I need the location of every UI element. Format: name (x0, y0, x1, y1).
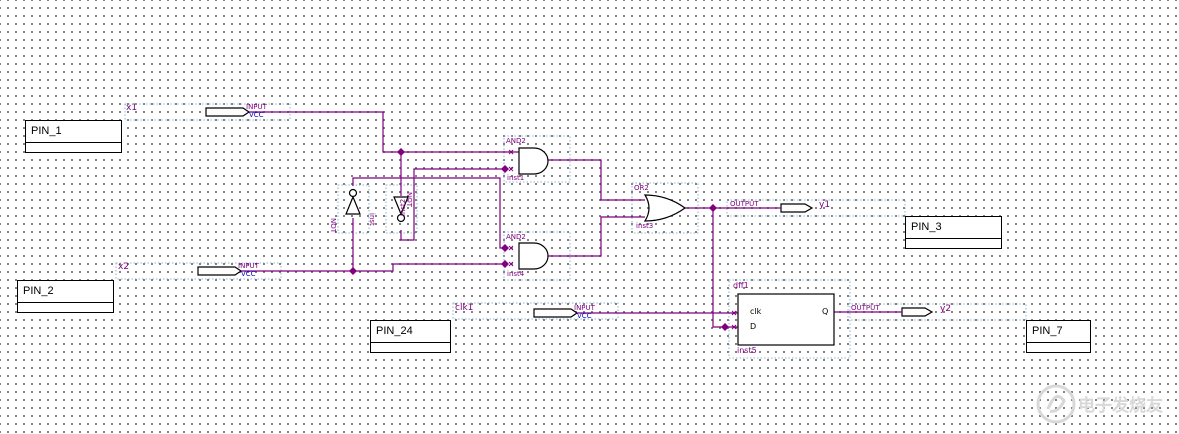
and-bot-type: AND2 (506, 233, 526, 241)
pin-label: PIN_2 (18, 281, 113, 303)
dff-d-label: D (750, 322, 757, 331)
clk1-type: INPUT (574, 304, 595, 312)
pin-box-x2[interactable]: PIN_2 (17, 280, 114, 313)
junction-and-top-in (501, 165, 509, 173)
wire-and-top-out (548, 159, 645, 201)
y1-output-symbol (780, 203, 814, 213)
y2-name: y2 (940, 304, 952, 314)
x2-name: x2 (118, 262, 130, 272)
pin-label: PIN_3 (906, 217, 1001, 239)
clk1-input-symbol (533, 308, 579, 318)
dff-inst: inst5 (737, 346, 757, 355)
not-left-inst: inst (368, 213, 376, 226)
x-marker (508, 166, 514, 172)
x1-type: INPUT (246, 103, 267, 111)
wire-x2-to-and-bot (353, 263, 505, 272)
wire-x1 (249, 111, 519, 153)
x2-default: VCC (241, 270, 256, 278)
junction-and-bot-in2 (501, 260, 509, 268)
y2-type: OUTPUT (851, 304, 880, 312)
or-inst: inst3 (636, 222, 654, 230)
y1-name: y1 (819, 200, 831, 210)
clk1-name: clk1 (455, 303, 474, 313)
x1-name: x1 (126, 103, 138, 113)
pin-box-clk1[interactable]: PIN_24 (370, 320, 451, 353)
junction-d-in (721, 323, 729, 331)
x2-type: INPUT (238, 262, 259, 270)
pin-label: PIN_24 (371, 321, 450, 343)
dff-clk-label: clk (750, 307, 762, 316)
wire-or-to-d (712, 208, 738, 328)
x1-input-symbol (205, 107, 251, 117)
svg-text:电子发烧友: 电子发烧友 (1078, 395, 1163, 416)
junction-and-bot-in1 (501, 244, 509, 252)
watermark-icon: 电子发烧友 (1036, 384, 1163, 424)
schematic-canvas: .w { stroke:#800080; stroke-width:1.2; f… (115, 103, 1027, 359)
pin-box-y2[interactable]: PIN_7 (1026, 320, 1091, 353)
x-marker (508, 245, 514, 251)
or-type: OR2 (634, 184, 649, 192)
clk1-default: VCC (577, 312, 592, 320)
x-marker (508, 261, 514, 267)
junction-x2 (349, 267, 357, 275)
not-gate-left (345, 195, 361, 215)
dff-type: dff1 (733, 281, 749, 290)
and-gate-bottom (518, 242, 549, 270)
and-top-inst: inst1 (507, 174, 525, 182)
dff-body (737, 293, 835, 346)
watermark-logo: 电子发烧友 (1034, 379, 1174, 429)
and-gate-top (518, 147, 549, 175)
x1-default: VCC (249, 111, 264, 119)
or-gate (643, 194, 687, 222)
dff-q-label: Q (822, 307, 829, 316)
wire-and-bot-out (548, 216, 645, 257)
not-left-type: NOT (329, 218, 337, 234)
and-bot-inst: inst4 (507, 270, 525, 278)
pin-label: PIN_1 (26, 121, 121, 143)
not-right-inst: inst2 (399, 198, 407, 216)
junction-x1 (397, 148, 405, 156)
x2-input-symbol (197, 266, 243, 276)
y1-type: OUTPUT (730, 200, 759, 208)
y2-output-symbol (901, 307, 934, 317)
junction-or-out (709, 204, 717, 212)
pin-box-x1[interactable]: PIN_1 (25, 120, 122, 153)
not-gate-left-bubble (348, 188, 358, 198)
and-top-type: AND2 (506, 137, 526, 145)
pin-box-y1[interactable]: PIN_3 (905, 216, 1002, 249)
pin-label: PIN_7 (1027, 321, 1090, 343)
